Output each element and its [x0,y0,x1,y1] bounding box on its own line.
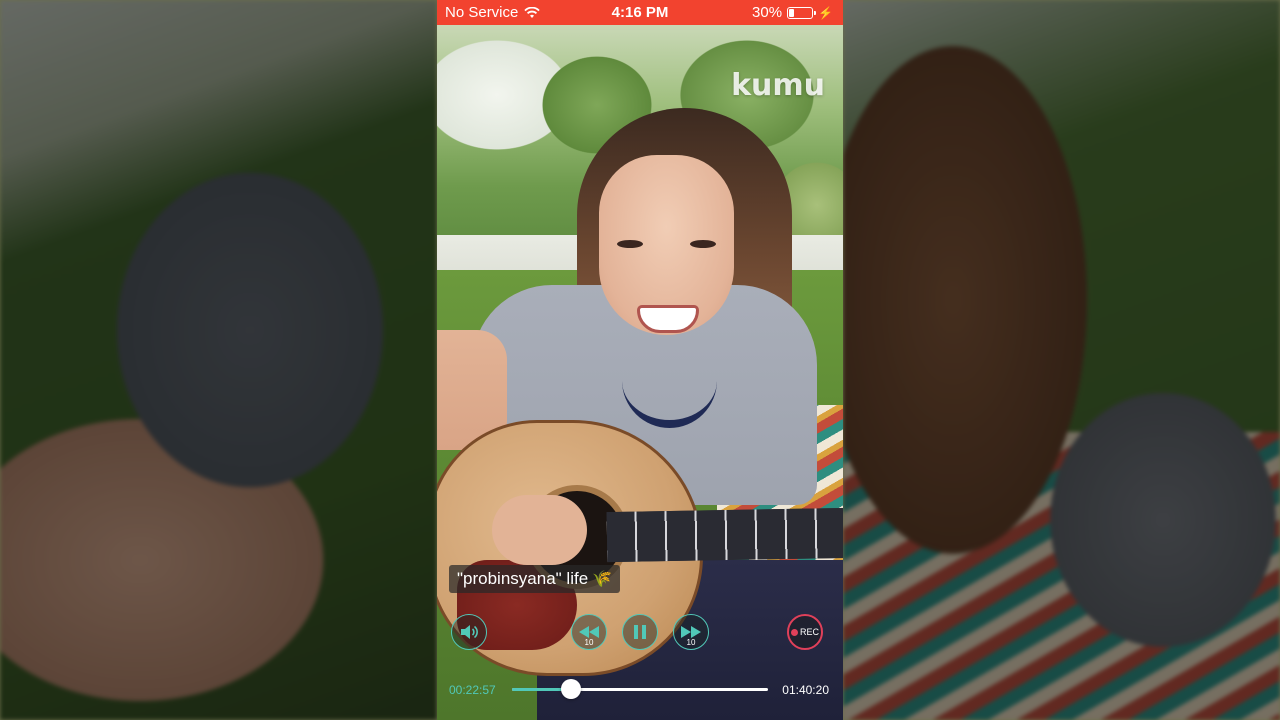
status-bar: No Service 4:16 PM 30% ⚡ [437,0,843,25]
seek-thumb[interactable] [560,679,581,699]
forward-10-button[interactable]: 10 [673,614,709,650]
record-dot-icon [790,628,798,636]
record-label: REC [799,627,819,637]
battery-percent: 30% [752,4,783,21]
elapsed-time: 00:22:57 [449,683,496,697]
caption-text: "probinsyana" life [457,569,589,588]
volume-icon [461,625,478,639]
phone-screen: No Service 4:16 PM 30% ⚡ kumu "probinsya… [437,0,843,720]
record-button[interactable]: REC [787,614,823,650]
carrier-label: No Service [445,4,519,21]
wifi-icon [524,6,541,18]
video-frame [437,0,843,720]
battery-icon [787,6,817,19]
rewind-10-icon [579,626,599,638]
volume-button[interactable] [451,614,487,650]
rewind-10-button[interactable]: 10 [571,614,607,650]
forward-seconds-label: 10 [686,638,696,647]
total-time: 01:40:20 [782,683,829,697]
rewind-seconds-label: 10 [584,638,594,647]
seek-bar[interactable] [512,679,768,699]
rice-stalk-icon: 🌾 [592,571,613,588]
pause-button[interactable] [622,614,658,650]
stream-caption: "probinsyana" life 🌾 [449,565,621,593]
kumu-watermark: kumu [731,68,825,103]
charging-bolt-icon: ⚡ [818,5,833,20]
clock: 4:16 PM [611,4,669,21]
blurred-backdrop-right [843,0,1280,720]
blurred-backdrop-left [0,0,437,720]
forward-10-icon [681,626,701,638]
pause-icon [634,625,646,639]
